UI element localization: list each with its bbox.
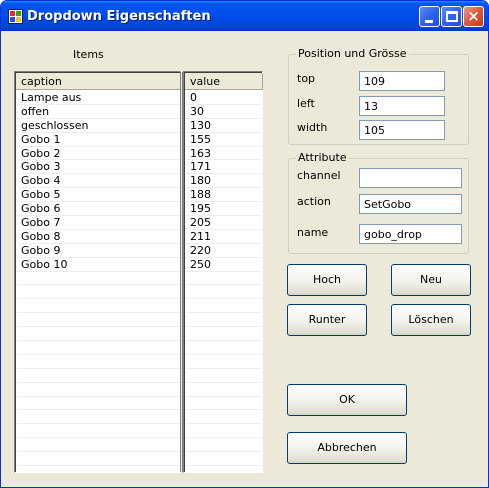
empty-caption-cell[interactable] [17,285,180,300]
caption-cell[interactable]: offen [17,105,180,119]
caption-cell[interactable]: Gobo 10 [17,258,180,272]
empty-value-cell[interactable] [186,272,262,286]
ok-button[interactable]: OK [287,384,407,416]
maximize-button[interactable] [441,6,462,27]
width-input[interactable] [359,120,445,140]
empty-caption-cell[interactable] [17,424,180,439]
caption-list[interactable]: Lampe aus offen geschlossen Gobo 1 Gobo 2 Gob… [17,91,180,467]
neu-button[interactable]: Neu [391,264,471,296]
empty-value-cell[interactable] [186,327,262,342]
items-label: Items [73,48,104,61]
channel-label: channel [297,169,341,182]
position-group-title: Position und Grösse [296,47,409,60]
empty-caption-cell[interactable] [17,369,180,383]
minimize-icon [425,20,433,23]
empty-value-cell[interactable] [186,410,262,425]
action-input[interactable] [359,194,462,214]
attribute-group-title: Attribute [296,151,349,164]
left-label: left [297,97,315,110]
empty-value-cell[interactable] [186,383,262,397]
caption-cell[interactable]: Gobo 9 [17,244,180,258]
loeschen-button[interactable]: Löschen [391,304,471,336]
top-input[interactable] [359,71,445,91]
caption-cell[interactable]: Lampe aus [17,91,180,105]
empty-value-cell[interactable] [186,341,262,355]
empty-caption-cell[interactable] [17,341,180,355]
caption-cell[interactable]: Gobo 5 [17,188,180,203]
abbrechen-button[interactable]: Abbrechen [287,432,407,464]
empty-value-cell[interactable] [186,355,262,369]
close-icon: × [467,7,480,25]
title-bar[interactable]: Dropdown Eigenschaften × [1,1,488,31]
runter-button[interactable]: Runter [287,304,367,336]
caption-cell[interactable]: Gobo 7 [17,216,180,230]
caption-cell[interactable]: Gobo 1 [17,133,180,147]
value-cell[interactable]: 0 [186,91,262,105]
action-label: action [297,195,331,208]
value-cell[interactable]: 205 [186,216,262,230]
hoch-button[interactable]: Hoch [287,264,367,296]
value-cell[interactable]: 250 [186,258,262,272]
caption-cell[interactable]: Gobo 4 [17,174,180,189]
caption-grid[interactable]: caption Lampe aus offen geschlossen Gobo 1G… [14,71,181,473]
empty-caption-cell[interactable] [17,452,180,467]
value-cell[interactable]: 130 [186,119,262,133]
empty-caption-cell[interactable] [17,272,180,286]
value-cell[interactable]: 195 [186,202,262,217]
value-grid[interactable]: value 0 30 130 155 163 171 180 188 195 205 211 220 2… [183,71,263,473]
value-cell[interactable]: 188 [186,188,262,203]
empty-value-cell[interactable] [186,452,262,467]
value-column-header[interactable]: value [185,73,263,90]
name-input[interactable] [359,224,462,244]
empty-value-cell[interactable] [186,285,262,300]
caption-cell[interactable]: Gobo 8 [17,230,180,244]
top-label: top [297,72,316,85]
name-label: name [297,226,329,239]
caption-cell[interactable]: Gobo 3 [17,160,180,175]
value-cell[interactable]: 180 [186,174,262,189]
value-cell[interactable]: 171 [186,160,262,175]
empty-value-cell[interactable] [186,438,262,453]
value-list[interactable]: 0 30 130 155 163 171 180 188 195 205 211 220 250 [186,91,262,467]
width-label: width [297,121,328,134]
empty-caption-cell[interactable] [17,410,180,425]
left-input[interactable] [359,96,445,116]
value-cell[interactable]: 155 [186,133,262,147]
caption-cell[interactable]: Gobo 2 [17,147,180,161]
empty-caption-cell[interactable] [17,438,180,453]
app-icon[interactable] [8,9,23,24]
window-title: Dropdown Eigenschaften [27,9,211,24]
empty-value-cell[interactable] [186,369,262,383]
caption-column-header[interactable]: caption [16,73,181,90]
value-cell[interactable]: 163 [186,147,262,161]
maximize-icon [446,11,458,22]
empty-caption-cell[interactable] [17,383,180,397]
empty-value-cell[interactable] [186,397,262,411]
empty-caption-cell[interactable] [17,313,180,328]
caption-cell[interactable]: geschlossen [17,119,180,133]
value-cell[interactable]: 211 [186,230,262,244]
empty-caption-cell[interactable] [17,355,180,369]
channel-input[interactable] [359,168,462,188]
dialog-window: Dropdown Eigenschaften × Items caption L… [0,0,489,488]
value-cell[interactable]: 220 [186,244,262,258]
empty-value-cell[interactable] [186,313,262,328]
caption-cell[interactable]: Gobo 6 [17,202,180,217]
value-cell[interactable]: 30 [186,105,262,119]
minimize-button[interactable] [419,6,440,27]
close-button[interactable]: × [463,6,484,27]
empty-caption-cell[interactable] [17,397,180,411]
empty-value-cell[interactable] [186,424,262,439]
empty-value-cell[interactable] [186,299,262,314]
empty-caption-cell[interactable] [17,299,180,314]
empty-caption-cell[interactable] [17,327,180,342]
